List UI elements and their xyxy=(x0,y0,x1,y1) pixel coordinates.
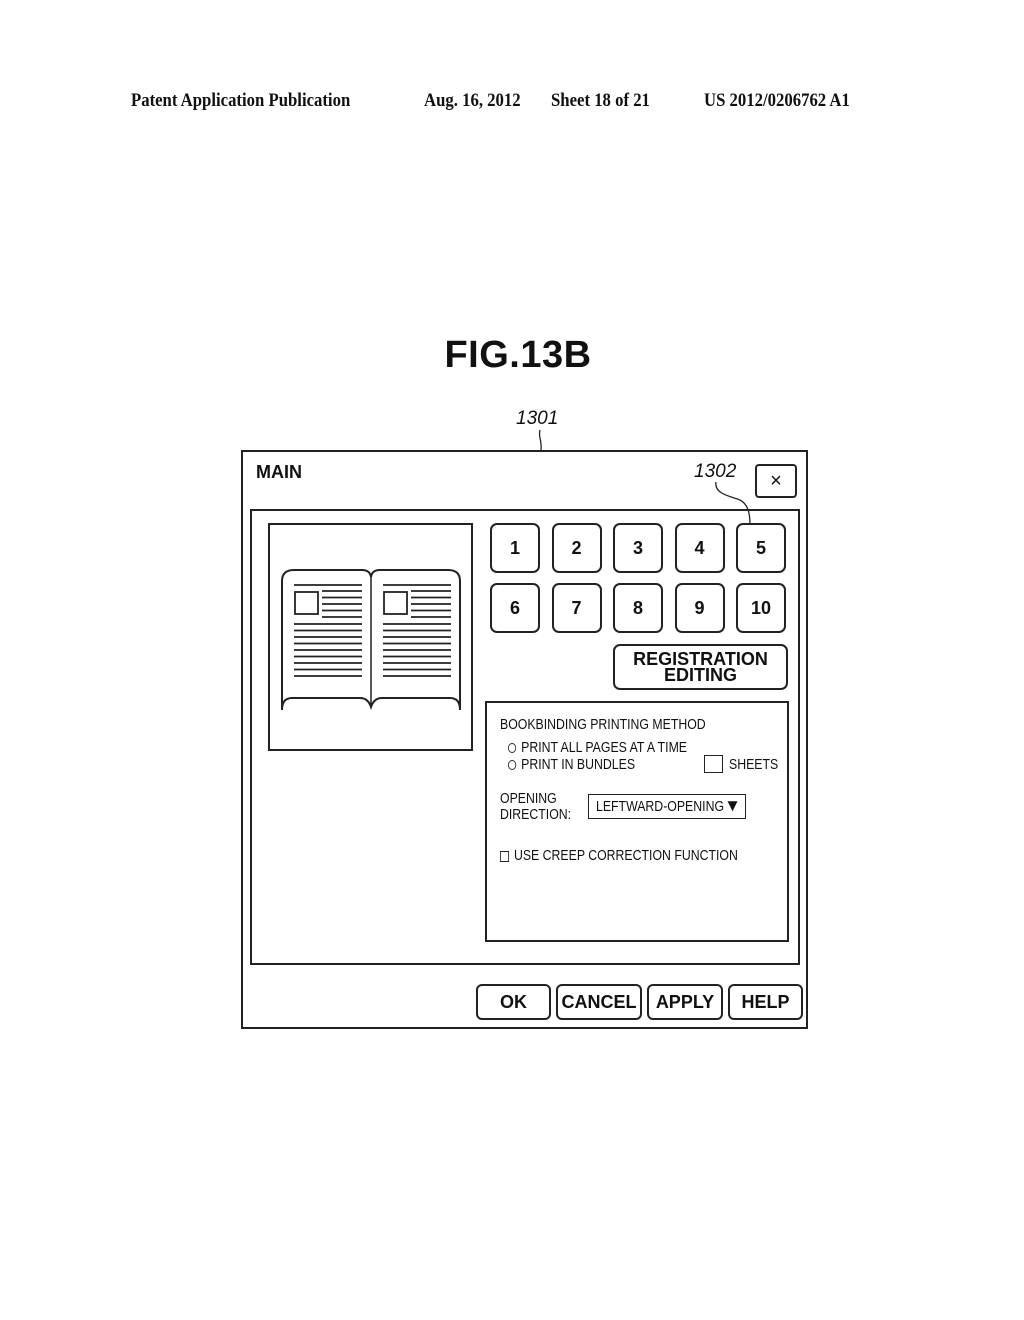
opening-direction-label-line1: OPENING xyxy=(500,790,557,807)
registration-button-2[interactable]: 2 xyxy=(551,523,602,573)
registration-editing-button[interactable]: REGISTRATION EDITING xyxy=(613,644,788,690)
help-button[interactable]: HELP xyxy=(728,984,803,1020)
content-panel: 1 2 3 4 5 6 7 8 9 10 REGISTRATION EDITING BOOKBIN… xyxy=(250,509,800,965)
cancel-button[interactable]: CANCEL xyxy=(556,984,642,1020)
registration-button-3[interactable]: 3 xyxy=(613,523,663,573)
chevron-down-icon: ▼ xyxy=(724,796,741,815)
registration-button-9[interactable]: 9 xyxy=(674,583,725,633)
ref-label-window: 1301 xyxy=(516,408,559,429)
creep-correction-label: USE CREEP CORRECTION FUNCTION xyxy=(513,847,738,864)
open-book-icon xyxy=(281,569,461,711)
registration-button-4[interactable]: 4 xyxy=(674,523,725,573)
registration-button-7[interactable]: 7 xyxy=(551,583,602,633)
publication-label: Patent Application Publication xyxy=(131,90,351,111)
registration-button-6[interactable]: 6 xyxy=(490,583,540,633)
radio-icon xyxy=(508,760,517,771)
opening-direction-select[interactable]: LEFTWARD-OPENING ▼ xyxy=(588,794,746,819)
ok-button[interactable]: OK xyxy=(476,984,551,1020)
creep-correction-checkbox[interactable]: USE CREEP CORRECTION FUNCTION xyxy=(500,847,790,864)
radio-icon xyxy=(508,743,517,754)
sheets-input[interactable] xyxy=(704,755,723,773)
publication-date: Aug. 16, 2012 xyxy=(424,90,521,111)
close-icon: × xyxy=(770,469,782,492)
registration-button-5[interactable]: 5 xyxy=(736,523,786,573)
checkbox-icon xyxy=(500,850,510,862)
patent-number: US 2012/0206762 A1 xyxy=(704,90,850,111)
radio-print-all[interactable]: PRINT ALL PAGES AT A TIME xyxy=(508,739,726,756)
radio-print-all-label: PRINT ALL PAGES AT A TIME xyxy=(521,739,688,756)
sheet-number: Sheet 18 of 21 xyxy=(551,90,650,111)
dialog-title: MAIN xyxy=(256,462,302,482)
radio-print-bundles-label: PRINT IN BUNDLES xyxy=(521,756,636,773)
registration-button-8[interactable]: 8 xyxy=(613,583,663,633)
registration-editing-line2: EDITING xyxy=(663,665,737,685)
bookbinding-settings-box: BOOKBINDING PRINTING METHOD PRINT ALL PA… xyxy=(485,701,789,942)
sheets-label: SHEETS xyxy=(729,756,779,773)
opening-direction-value: LEFTWARD-OPENING xyxy=(596,798,725,815)
bookbinding-method-heading: BOOKBINDING PRINTING METHOD xyxy=(500,716,706,733)
registration-button-1[interactable]: 1 xyxy=(490,523,540,573)
layout-preview xyxy=(268,523,473,751)
radio-print-bundles[interactable]: PRINT IN BUNDLES xyxy=(508,756,663,773)
leader-line-window xyxy=(538,429,542,451)
registration-button-10[interactable]: 10 xyxy=(736,583,786,633)
apply-button[interactable]: APPLY xyxy=(647,984,723,1020)
close-button[interactable]: × xyxy=(755,464,797,498)
figure-title: FIG.13B xyxy=(444,334,592,376)
opening-direction-label-line2: DIRECTION: xyxy=(500,806,572,823)
main-dialog-window: MAIN × 1 2 3 4 5 6 7 8 9 10 REGISTRATION EDITING … xyxy=(241,450,808,1029)
